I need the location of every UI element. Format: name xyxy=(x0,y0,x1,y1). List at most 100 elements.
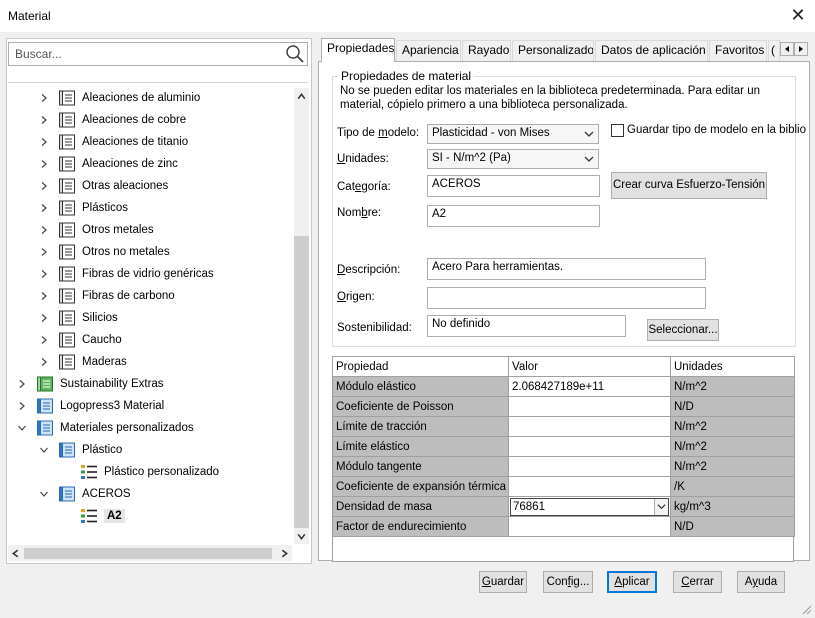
tab-apariencia[interactable]: Apariencia xyxy=(396,40,461,61)
table-row[interactable]: Módulo elástico 2.068427189e+11 N/m^2 xyxy=(332,376,795,397)
tab-propiedades[interactable]: Propiedades xyxy=(321,38,395,62)
chevron-right-icon[interactable] xyxy=(16,400,28,412)
property-value[interactable] xyxy=(508,476,671,497)
chevron-right-icon[interactable] xyxy=(38,224,50,236)
tree-item[interactable]: ACEROS xyxy=(38,484,131,504)
tab-overflow[interactable]: ( xyxy=(768,40,780,61)
search-separator xyxy=(8,82,308,83)
table-row[interactable]: Límite de tracción N/m^2 xyxy=(332,416,795,437)
chevron-right-icon[interactable] xyxy=(38,268,50,280)
scroll-up-icon[interactable] xyxy=(296,91,307,102)
model-type-select[interactable]: Plasticidad - von Mises xyxy=(427,124,599,144)
header-unidades[interactable]: Unidades xyxy=(670,356,795,377)
property-value[interactable]: 2.068427189e+11 xyxy=(508,376,671,397)
property-value-combo[interactable]: 76861 xyxy=(510,497,669,516)
units-select[interactable]: SI - N/m^2 (Pa) xyxy=(427,149,599,169)
scroll-left-icon[interactable] xyxy=(10,548,21,559)
library-icon xyxy=(58,309,76,327)
search-box[interactable] xyxy=(8,42,308,66)
chevron-right-icon[interactable] xyxy=(16,378,28,390)
tab-favoritos[interactable]: Favoritos xyxy=(709,40,767,61)
tree-item[interactable]: Materiales personalizados xyxy=(16,418,194,438)
tree-item[interactable]: Aleaciones de titanio xyxy=(38,132,188,152)
chevron-right-icon[interactable] xyxy=(38,356,50,368)
tree-item[interactable]: Maderas xyxy=(38,352,127,372)
select-button[interactable]: Seleccionar... xyxy=(647,319,719,341)
tree-item[interactable]: Otros metales xyxy=(38,220,154,240)
tree-item[interactable]: Sustainability Extras xyxy=(16,374,164,394)
close-button[interactable]: Cerrar xyxy=(673,571,722,593)
chevron-down-icon[interactable] xyxy=(38,488,50,500)
table-row[interactable]: Límite elástico N/m^2 xyxy=(332,436,795,457)
table-row[interactable]: Coeficiente de expansión térmica/K xyxy=(332,476,795,497)
property-value[interactable]: 76861 xyxy=(508,496,671,517)
sustainability-field[interactable]: No definido xyxy=(427,315,626,337)
tab-rayado[interactable]: Rayado xyxy=(462,40,511,61)
header-propiedad[interactable]: Propiedad xyxy=(332,356,509,377)
description-field[interactable]: Acero Para herramientas. xyxy=(427,258,706,280)
tree-item[interactable]: Silicios xyxy=(38,308,118,328)
tree-item[interactable]: Aleaciones de zinc xyxy=(38,154,178,174)
chevron-down-icon[interactable] xyxy=(38,444,50,456)
scroll-right-icon[interactable] xyxy=(279,548,290,559)
scroll-down-icon[interactable] xyxy=(296,531,307,542)
tree-item[interactable]: Plástico xyxy=(38,440,122,460)
tree-vertical-scroll-thumb[interactable] xyxy=(294,236,309,528)
save-button[interactable]: Guardar xyxy=(479,571,527,593)
table-row[interactable]: Factor de endurecimiento N/D xyxy=(332,516,795,537)
tab-scroll-right-icon[interactable] xyxy=(794,42,808,56)
property-value[interactable] xyxy=(508,396,671,417)
tree-item[interactable]: Fibras de vidrio genéricas xyxy=(38,264,214,284)
config-button[interactable]: Config... xyxy=(543,571,593,593)
chevron-down-icon[interactable] xyxy=(16,422,28,434)
chevron-right-icon[interactable] xyxy=(38,290,50,302)
tab-datos-de-aplicacion[interactable]: Datos de aplicación xyxy=(595,40,708,61)
table-row[interactable]: Coeficiente de Poisson N/D xyxy=(332,396,795,417)
tab-scroll-left-icon[interactable] xyxy=(780,42,794,56)
tree-item-label: Otros metales xyxy=(82,224,154,236)
help-button[interactable]: Ayuda xyxy=(737,571,785,593)
tree-item[interactable]: Plástico personalizado xyxy=(38,462,219,482)
category-field[interactable]: ACEROS xyxy=(427,175,600,197)
chevron-right-icon[interactable] xyxy=(38,114,50,126)
property-value[interactable] xyxy=(508,416,671,437)
tab-personalizado[interactable]: Personalizado xyxy=(512,40,594,61)
tree-item[interactable]: Otros no metales xyxy=(38,242,170,262)
tree-horizontal-scroll-thumb[interactable] xyxy=(24,548,272,559)
apply-button[interactable]: Aplicar xyxy=(607,571,657,593)
tree-item[interactable]: Otras aleaciones xyxy=(38,176,168,196)
close-icon[interactable]: ✕ xyxy=(788,5,808,25)
tree-item[interactable]: Caucho xyxy=(38,330,122,350)
chevron-right-icon[interactable] xyxy=(38,312,50,324)
tree-item[interactable]: A2 xyxy=(38,506,125,526)
model-type-value: Plasticidad - von Mises xyxy=(432,127,550,139)
tree-item[interactable]: Aleaciones de aluminio xyxy=(38,88,200,108)
property-value[interactable] xyxy=(508,436,671,457)
chevron-right-icon[interactable] xyxy=(38,202,50,214)
library-icon xyxy=(36,375,54,393)
chevron-right-icon[interactable] xyxy=(38,180,50,192)
chevron-right-icon[interactable] xyxy=(38,246,50,258)
property-value[interactable] xyxy=(508,456,671,477)
save-model-type-checkbox[interactable] xyxy=(611,124,624,137)
tree-item[interactable]: Fibras de carbono xyxy=(38,286,175,306)
chevron-right-icon[interactable] xyxy=(38,136,50,148)
chevron-right-icon[interactable] xyxy=(38,158,50,170)
chevron-right-icon[interactable] xyxy=(38,334,50,346)
table-row[interactable]: Módulo tangente N/m^2 xyxy=(332,456,795,477)
tree-item[interactable]: Aleaciones de cobre xyxy=(38,110,186,130)
search-input[interactable] xyxy=(13,45,283,63)
chevron-right-icon[interactable] xyxy=(38,92,50,104)
origin-field[interactable] xyxy=(427,287,706,309)
property-value[interactable] xyxy=(508,516,671,537)
resize-grip-icon[interactable] xyxy=(800,603,812,615)
search-icon[interactable] xyxy=(285,44,305,64)
tree-item[interactable]: Plásticos xyxy=(38,198,128,218)
chevron-down-icon[interactable] xyxy=(654,498,668,515)
table-row[interactable]: Densidad de masa 76861 kg/m^3 xyxy=(332,496,795,517)
create-stress-curve-button[interactable]: Crear curva Esfuerzo-Tensión xyxy=(611,172,767,199)
library-icon xyxy=(58,265,76,283)
tree-item[interactable]: Logopress3 Material xyxy=(16,396,164,416)
name-field[interactable]: A2 xyxy=(427,205,600,227)
header-valor[interactable]: Valor xyxy=(508,356,671,377)
